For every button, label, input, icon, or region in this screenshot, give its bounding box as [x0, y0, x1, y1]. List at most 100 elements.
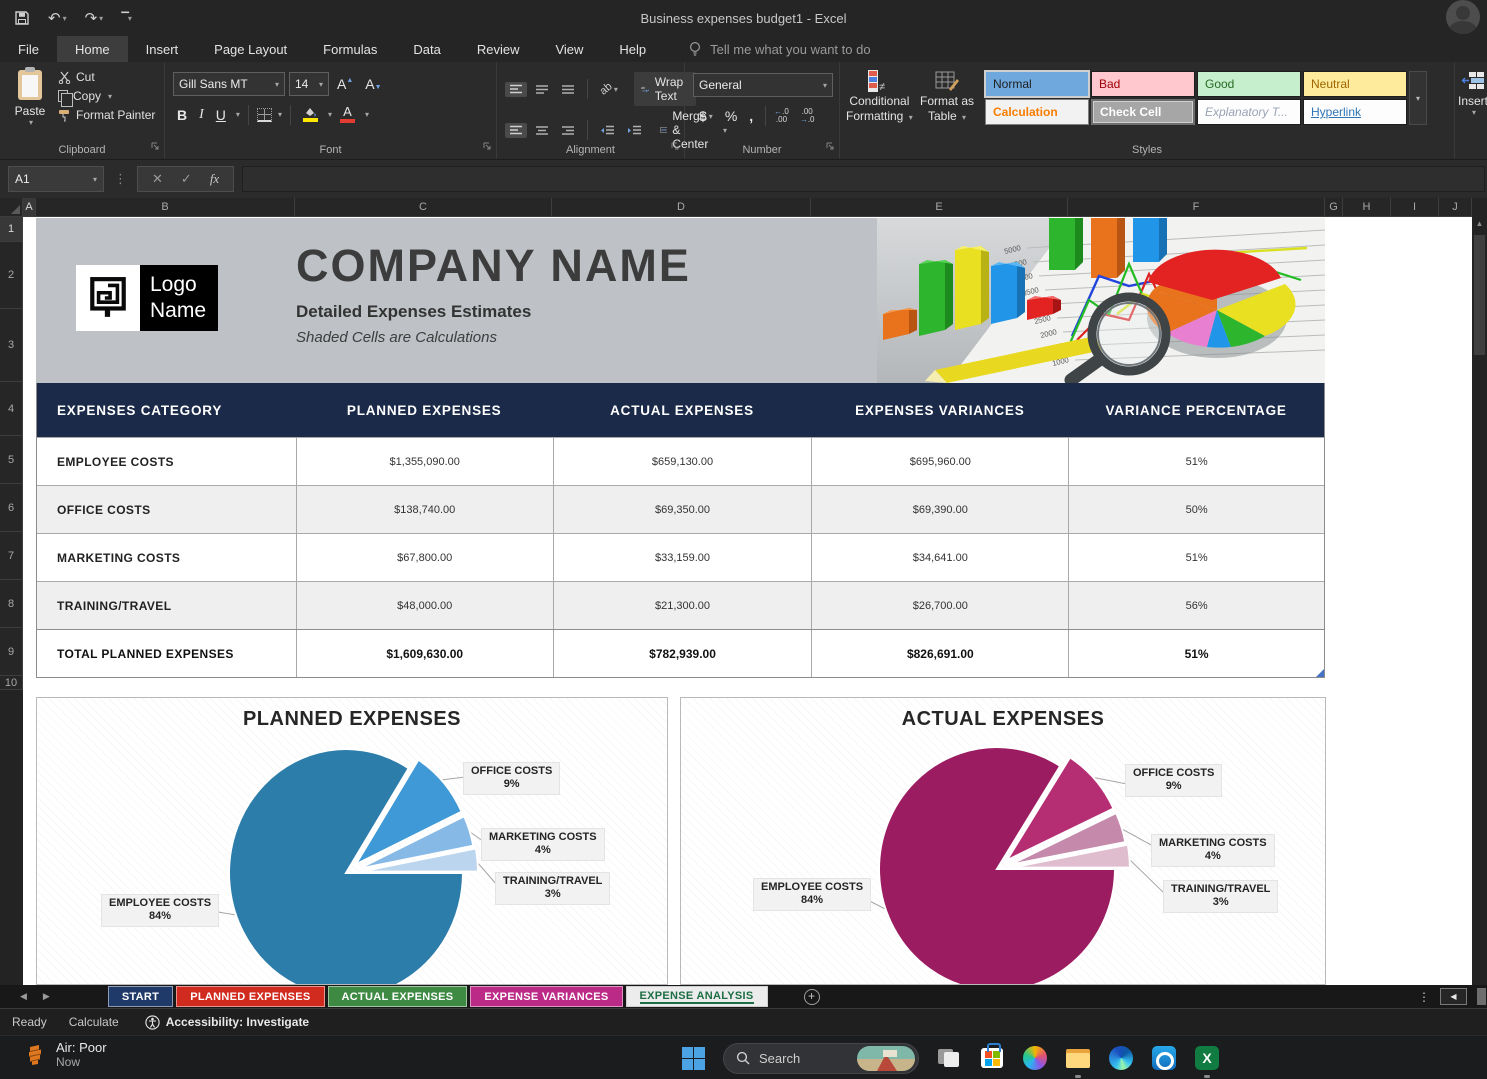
- decrease-indent-button[interactable]: [596, 123, 619, 138]
- align-middle-button[interactable]: [531, 82, 553, 97]
- cell-planned[interactable]: $48,000.00: [296, 582, 553, 629]
- cell-pct[interactable]: 56%: [1068, 582, 1324, 629]
- name-box[interactable]: A1▾: [8, 166, 104, 192]
- number-dialog-launcher[interactable]: [825, 138, 835, 156]
- fill-dropdown-icon[interactable]: ▾: [328, 110, 332, 119]
- ribbon-tab-help[interactable]: Help: [601, 36, 664, 62]
- column-header-d[interactable]: D: [552, 198, 811, 217]
- row-header-3[interactable]: 3: [0, 309, 23, 382]
- sheet-tab-expense-analysis[interactable]: EXPENSE ANALYSIS: [626, 986, 768, 1007]
- cell-pct[interactable]: 51%: [1068, 438, 1324, 485]
- align-bottom-button[interactable]: [557, 82, 579, 97]
- sheet-tab-actual-expenses[interactable]: ACTUAL EXPENSES: [328, 986, 468, 1007]
- tab-scroll-left-icon[interactable]: ◀: [20, 991, 27, 1002]
- column-header-b[interactable]: B: [36, 198, 295, 217]
- cut-button[interactable]: Cut: [58, 70, 155, 84]
- cell-planned[interactable]: $1,609,630.00: [296, 630, 553, 677]
- orientation-button[interactable]: ab▾: [596, 81, 622, 97]
- increase-decimal-button[interactable]: ←.0.00: [774, 108, 789, 124]
- row-header-5[interactable]: 5: [0, 436, 23, 484]
- copilot-button[interactable]: [1022, 1045, 1048, 1071]
- align-center-button[interactable]: [531, 123, 553, 138]
- actual-expenses-chart[interactable]: ACTUAL EXPENSES EMPLOYEE COSTS84%OFFICE …: [680, 697, 1326, 985]
- cell-pct[interactable]: 51%: [1068, 534, 1324, 581]
- account-avatar[interactable]: [1446, 0, 1480, 34]
- styles-gallery-more-button[interactable]: ▾: [1409, 71, 1427, 125]
- style-bad[interactable]: Bad: [1091, 71, 1195, 97]
- horizontal-scroll-thumb[interactable]: [1477, 988, 1486, 1005]
- cell-actual[interactable]: $782,939.00: [553, 630, 812, 677]
- cell-category[interactable]: TRAINING/TRAVEL: [37, 582, 296, 629]
- taskbar-search[interactable]: Search: [723, 1043, 919, 1074]
- style-good[interactable]: Good: [1197, 71, 1301, 97]
- underline-button[interactable]: U: [212, 105, 230, 125]
- weather-widget[interactable]: Air: Poor Now: [26, 1040, 107, 1069]
- excel-taskbar-button[interactable]: X: [1194, 1045, 1220, 1071]
- ribbon-tab-review[interactable]: Review: [459, 36, 538, 62]
- search-daily-image[interactable]: [857, 1046, 915, 1071]
- row-header-8[interactable]: 8: [0, 580, 23, 628]
- status-calculate[interactable]: Calculate: [69, 1015, 119, 1029]
- microsoft-store-button[interactable]: [979, 1045, 1005, 1071]
- planned-expenses-chart[interactable]: PLANNED EXPENSES EMPLOYEE COSTS84%OFFICE…: [36, 697, 668, 985]
- italic-button[interactable]: I: [195, 105, 208, 125]
- sheet-tab-start[interactable]: START: [108, 986, 173, 1007]
- row-header-9[interactable]: 9: [0, 628, 23, 676]
- cell-actual[interactable]: $659,130.00: [553, 438, 812, 485]
- row-header-7[interactable]: 7: [0, 532, 23, 580]
- ribbon-tab-page-layout[interactable]: Page Layout: [196, 36, 305, 62]
- cell-pct[interactable]: 51%: [1068, 630, 1324, 677]
- cell-actual[interactable]: $21,300.00: [553, 582, 812, 629]
- cell-planned[interactable]: $138,740.00: [296, 486, 553, 533]
- format-painter-button[interactable]: Format Painter: [58, 108, 155, 122]
- column-header-a[interactable]: A: [23, 198, 36, 217]
- enter-icon[interactable]: ✓: [181, 171, 192, 187]
- column-header-j[interactable]: J: [1439, 198, 1472, 217]
- vertical-scrollbar[interactable]: ▲: [1472, 217, 1487, 985]
- column-header-c[interactable]: C: [295, 198, 552, 217]
- percent-button[interactable]: %: [721, 106, 741, 126]
- style-calculation[interactable]: Calculation: [985, 99, 1089, 125]
- ribbon-tab-formulas[interactable]: Formulas: [305, 36, 395, 62]
- style-normal[interactable]: Normal: [985, 71, 1089, 97]
- table-row-total[interactable]: TOTAL PLANNED EXPENSES$1,609,630.00$782,…: [37, 629, 1324, 677]
- cancel-icon[interactable]: ✕: [152, 171, 163, 187]
- decrease-font-button[interactable]: A▼: [361, 74, 385, 94]
- paste-dropdown-icon[interactable]: ▾: [29, 118, 33, 127]
- clipboard-dialog-launcher[interactable]: [150, 138, 160, 156]
- font-dialog-launcher[interactable]: [482, 138, 492, 156]
- tabbar-options-icon[interactable]: ⋮: [1418, 990, 1430, 1004]
- align-left-button[interactable]: [505, 123, 527, 138]
- row-header-10[interactable]: 10: [0, 676, 23, 690]
- add-sheet-button[interactable]: +: [804, 989, 820, 1005]
- insert-cells-button[interactable]: Insert ▾: [1458, 70, 1487, 117]
- comma-button[interactable]: ,: [745, 106, 757, 126]
- ribbon-tab-home[interactable]: Home: [57, 36, 128, 62]
- cell-actual[interactable]: $69,350.00: [553, 486, 812, 533]
- copy-button[interactable]: Copy ▾: [58, 89, 155, 103]
- sheet-cells[interactable]: Logo Name COMPANY NAME Detailed Expenses…: [23, 217, 1472, 985]
- ribbon-tab-file[interactable]: File: [0, 36, 57, 62]
- row-header-4[interactable]: 4: [0, 382, 23, 436]
- increase-font-button[interactable]: A▲: [333, 74, 357, 94]
- format-as-table-button[interactable]: Format as Table ▾: [920, 62, 974, 125]
- cell-variance[interactable]: $34,641.00: [811, 534, 1068, 581]
- borders-dropdown-icon[interactable]: ▾: [278, 110, 282, 119]
- cell-category[interactable]: MARKETING COSTS: [37, 534, 296, 581]
- tab-scroll-right-icon[interactable]: ▶: [43, 991, 50, 1002]
- cell-category[interactable]: EMPLOYEE COSTS: [37, 438, 296, 485]
- table-row-office-costs[interactable]: OFFICE COSTS$138,740.00$69,350.00$69,390…: [37, 485, 1324, 533]
- sheet-tab-planned-expenses[interactable]: PLANNED EXPENSES: [176, 986, 324, 1007]
- ribbon-tab-data[interactable]: Data: [395, 36, 458, 62]
- ribbon-tab-insert[interactable]: Insert: [128, 36, 197, 62]
- column-header-i[interactable]: I: [1391, 198, 1439, 217]
- currency-button[interactable]: $▾: [695, 106, 717, 126]
- tell-me-box[interactable]: Tell me what you want to do: [688, 36, 870, 62]
- accessibility-status[interactable]: Accessibility: Investigate: [145, 1015, 309, 1030]
- file-explorer-button[interactable]: [1065, 1045, 1091, 1071]
- underline-dropdown-icon[interactable]: ▾: [236, 110, 240, 119]
- formula-input[interactable]: [242, 166, 1485, 192]
- cell-planned[interactable]: $1,355,090.00: [296, 438, 553, 485]
- alignment-dialog-launcher[interactable]: [670, 138, 680, 156]
- row-header-6[interactable]: 6: [0, 484, 23, 532]
